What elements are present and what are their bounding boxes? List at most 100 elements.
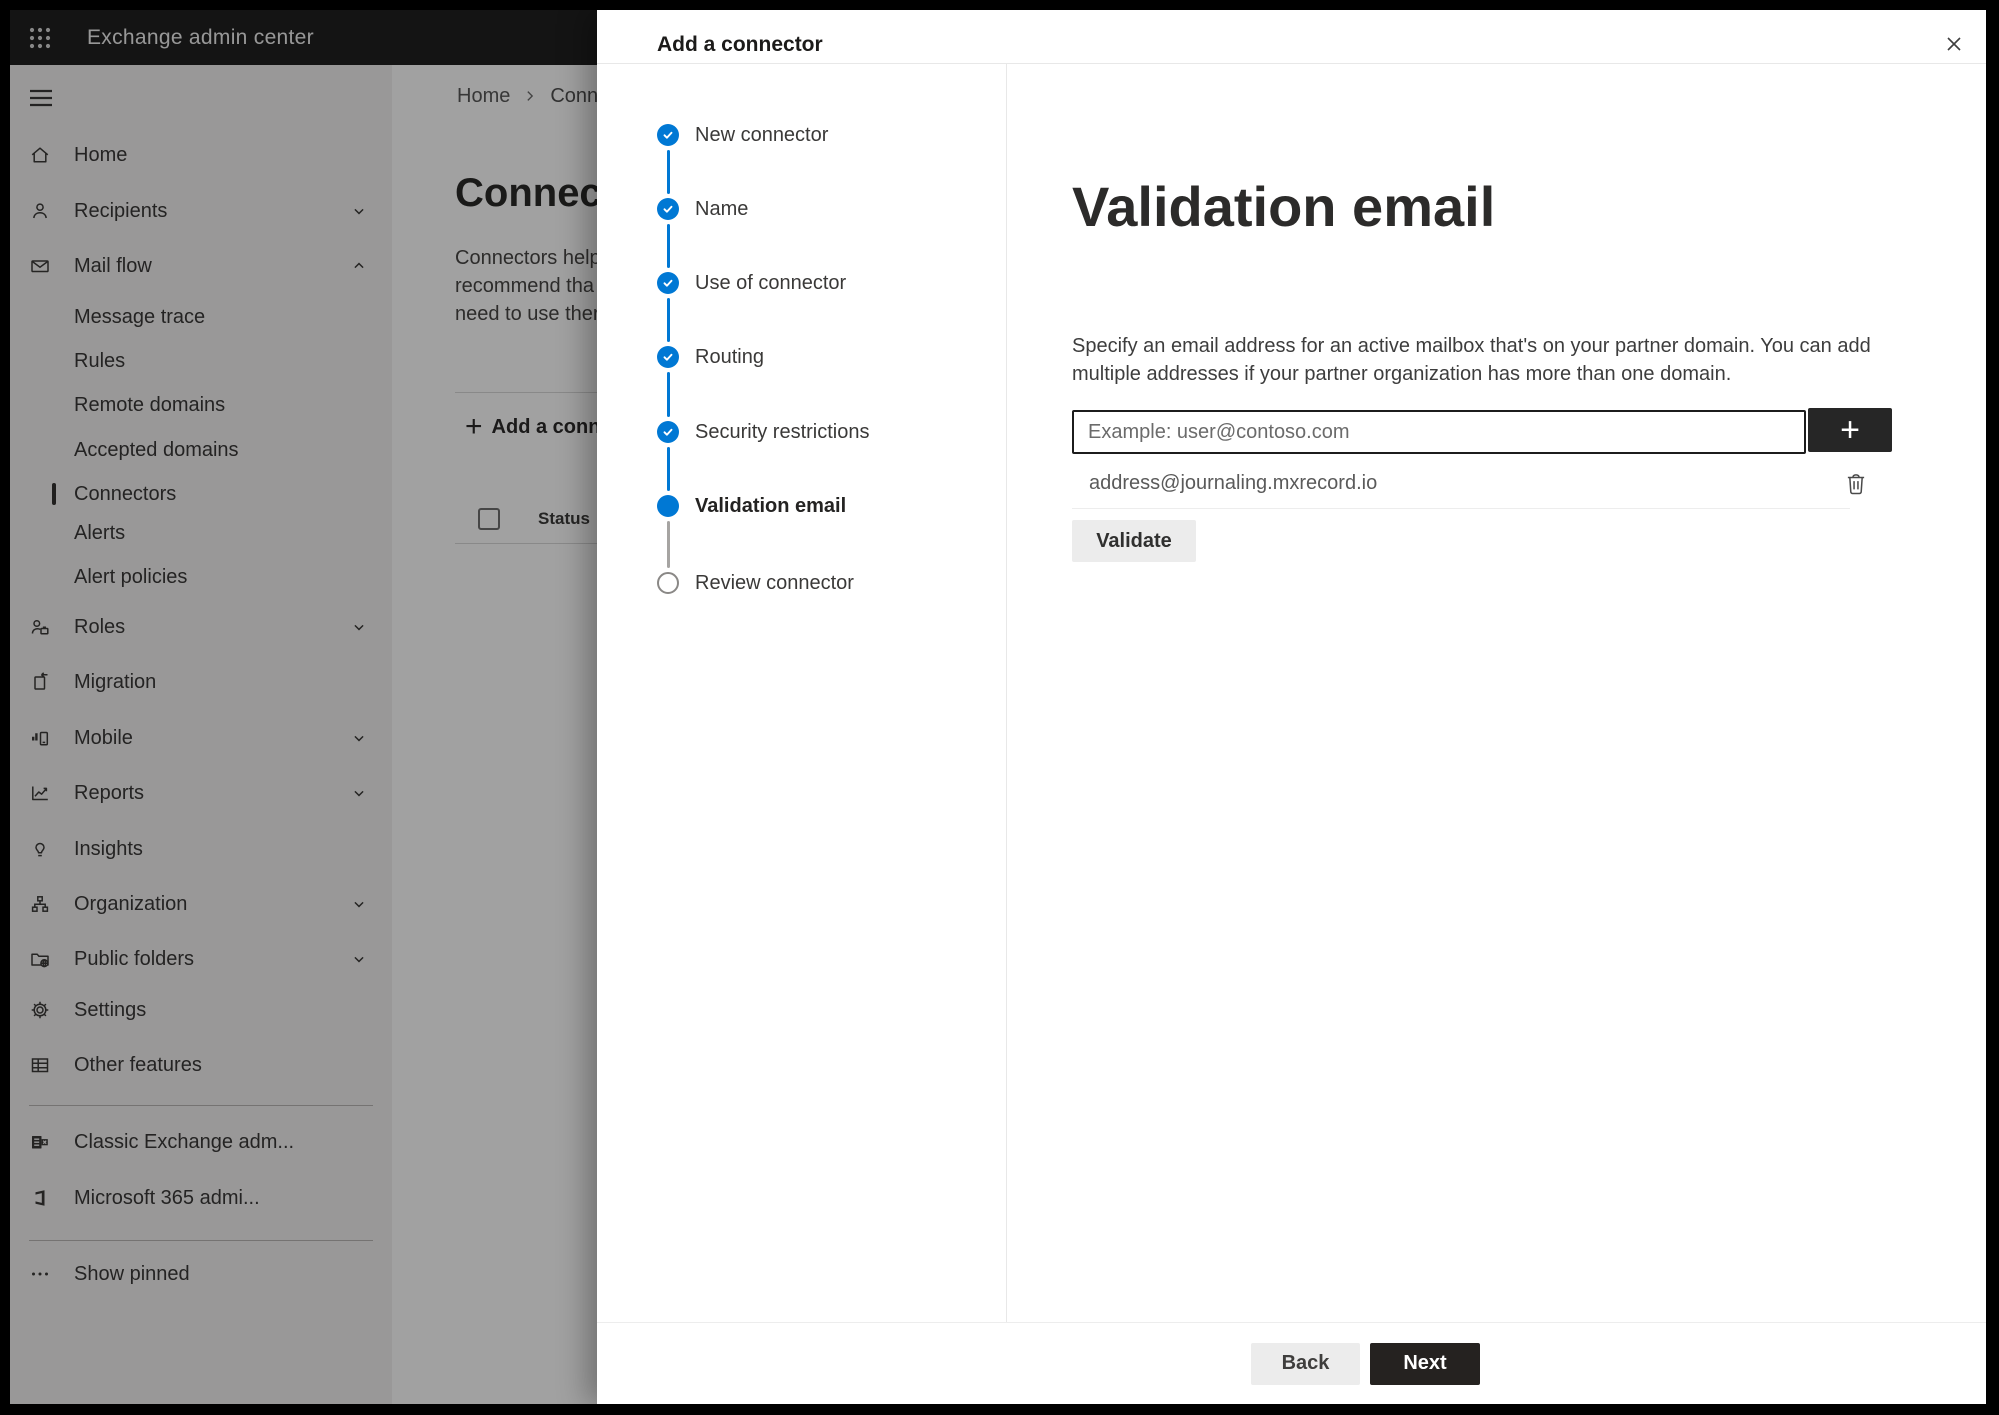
back-button[interactable]: Back [1251, 1342, 1360, 1385]
step-new-connector[interactable]: New connector [657, 113, 828, 157]
sidebar-item-mail-flow[interactable]: Mail flow [10, 244, 392, 288]
sidebar-item-classic-exchange[interactable]: Classic Exchange adm... [10, 1120, 392, 1164]
sidebar-item-roles[interactable]: Roles [10, 605, 392, 649]
step-check-icon [657, 198, 679, 220]
step-validation-email[interactable]: Validation email [657, 484, 846, 528]
chevron-up-icon [350, 257, 368, 275]
sidebar-item-label: Message trace [74, 305, 206, 328]
sidebar-item-recipients[interactable]: Recipients [10, 189, 392, 233]
step-label: Review connector [695, 571, 854, 594]
sidebar-item-show-pinned[interactable]: Show pinned [10, 1252, 392, 1296]
added-email-row: address@journaling.mxrecord.io [1072, 462, 1872, 504]
sidebar-item-label: Rules [74, 349, 126, 372]
org-chart-icon [29, 893, 51, 915]
sidebar-item-migration[interactable]: Migration [10, 660, 392, 704]
sidebar-item-label: Other features [74, 1053, 202, 1076]
close-icon[interactable] [1938, 28, 1970, 60]
sidebar-item-label: Organization [74, 892, 188, 915]
step-name[interactable]: Name [657, 187, 748, 231]
select-all-checkbox[interactable] [478, 508, 500, 530]
breadcrumb: Home Conne [457, 82, 609, 110]
sidebar-item-microsoft-365[interactable]: Microsoft 365 admi... [10, 1176, 392, 1220]
sidebar-item-connectors[interactable]: Connectors [10, 472, 392, 516]
step-review-connector[interactable]: Review connector [657, 561, 854, 605]
chevron-down-icon [350, 202, 368, 220]
step-label: Routing [695, 345, 764, 368]
sidebar-item-accepted-domains[interactable]: Accepted domains [10, 428, 392, 472]
person-icon [29, 200, 51, 222]
status-column-header: Status [538, 509, 590, 528]
sidebar-item-label: Roles [74, 615, 126, 638]
sidebar-item-organization[interactable]: Organization [10, 882, 392, 926]
page-description-line: Connectors help [455, 247, 601, 269]
sidebar-item-label: Accepted domains [74, 438, 239, 461]
step-check-icon [657, 346, 679, 368]
sidebar-item-message-trace[interactable]: Message trace [10, 295, 392, 339]
sidebar-item-other-features[interactable]: Other features [10, 1043, 392, 1087]
chevron-down-icon [350, 784, 368, 802]
step-label: Use of connector [695, 271, 847, 294]
step-empty-circle [657, 572, 679, 594]
chevron-down-icon [350, 895, 368, 913]
step-check-icon [657, 124, 679, 146]
trash-icon[interactable] [1844, 470, 1870, 498]
step-check-icon [657, 272, 679, 294]
step-use-of-connector[interactable]: Use of connector [657, 261, 846, 305]
next-button[interactable]: Next [1370, 1342, 1480, 1385]
dialog-title: Add a connector [657, 32, 823, 56]
sidebar-item-remote-domains[interactable]: Remote domains [10, 383, 392, 427]
add-email-button[interactable]: + [1808, 408, 1892, 452]
sidebar-item-alerts[interactable]: Alerts [10, 511, 392, 555]
add-connector-button[interactable]: + Add a conn [465, 411, 600, 443]
sidebar-nav: Home Recipients Mail flow Message trace … [10, 65, 392, 1404]
sidebar-item-public-folders[interactable]: Public folders [10, 937, 392, 981]
sidebar-item-label: Alerts [74, 521, 126, 544]
mobile-devices-icon [29, 727, 51, 749]
added-email-address: address@journaling.mxrecord.io [1089, 471, 1378, 494]
sidebar-item-label: Home [74, 143, 128, 166]
sidebar-item-label: Mail flow [74, 254, 152, 277]
sidebar-item-home[interactable]: Home [10, 133, 392, 177]
add-connector-dialog: Add a connector New connector Name Use o… [597, 10, 1986, 1404]
sidebar-item-label: Migration [74, 670, 157, 693]
panel-description: Specify an email address for an active m… [1072, 332, 1871, 388]
dialog-header: Add a connector [597, 10, 1986, 64]
sidebar-item-label: Microsoft 365 admi... [74, 1186, 260, 1209]
sidebar-item-mobile[interactable]: Mobile [10, 716, 392, 760]
step-routing[interactable]: Routing [657, 335, 764, 379]
dialog-body: New connector Name Use of connector Rout… [597, 64, 1986, 1322]
folder-globe-icon [29, 948, 51, 970]
sidebar-item-reports[interactable]: Reports [10, 771, 392, 815]
app-launcher-icon[interactable] [28, 26, 52, 50]
page-title: Connec [455, 171, 602, 215]
sidebar-item-label: Reports [74, 781, 145, 804]
breadcrumb-home-link[interactable]: Home [457, 85, 510, 108]
exchange-logo-icon [29, 1131, 51, 1153]
panel-heading: Validation email [1072, 175, 1496, 238]
sidebar-divider [29, 1105, 373, 1106]
sidebar-item-alert-policies[interactable]: Alert policies [10, 555, 392, 599]
validation-email-input[interactable] [1072, 410, 1806, 454]
sidebar-item-label: Recipients [74, 199, 168, 222]
step-label: Security restrictions [695, 420, 870, 443]
hamburger-icon[interactable] [29, 89, 53, 107]
home-icon [29, 144, 51, 166]
dialog-footer: Back Next [597, 1322, 1986, 1404]
page-description-line: recommend tha [455, 275, 594, 297]
wizard-steps-nav: New connector Name Use of connector Rout… [597, 64, 1007, 1322]
envelope-icon [29, 255, 51, 277]
sidebar-item-label: Public folders [74, 947, 195, 970]
step-current-dot [657, 495, 679, 517]
line-chart-icon [29, 782, 51, 804]
roles-person-badge-icon [29, 616, 51, 638]
step-security-restrictions[interactable]: Security restrictions [657, 410, 870, 454]
sidebar-item-rules[interactable]: Rules [10, 339, 392, 383]
sidebar-item-label: Insights [74, 837, 143, 860]
grid-table-icon [29, 1054, 51, 1076]
validate-button[interactable]: Validate [1072, 520, 1196, 562]
sidebar-item-label: Mobile [74, 726, 133, 749]
sidebar-item-insights[interactable]: Insights [10, 827, 392, 871]
sidebar-item-label: Settings [74, 998, 147, 1021]
sidebar-item-settings[interactable]: Settings [10, 988, 392, 1032]
lightbulb-icon [29, 838, 51, 860]
